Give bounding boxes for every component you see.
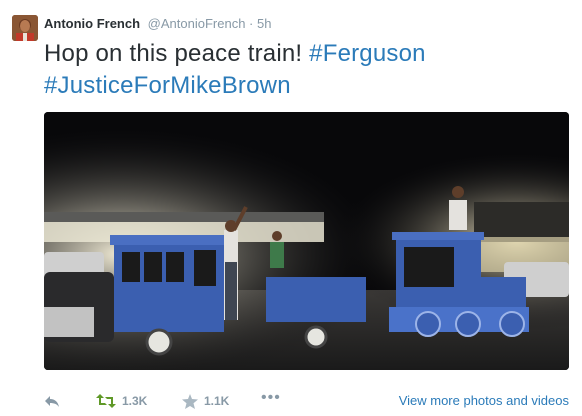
tweet-actions: 1.3K 1.1K ••• View more photos and video…: [44, 389, 569, 410]
hashtag-ferguson[interactable]: #Ferguson: [309, 40, 426, 67]
reply-button[interactable]: [44, 392, 60, 410]
more-options-button[interactable]: •••: [261, 389, 281, 407]
author-handle[interactable]: @AntonioFrench: [148, 16, 246, 31]
tweet-photo[interactable]: [44, 112, 569, 370]
retweet-count: 1.3K: [122, 394, 148, 408]
tweet-text: Hop on this peace train! #Ferguson #Just…: [44, 38, 564, 102]
favorite-count: 1.1K: [204, 394, 230, 408]
retweet-button[interactable]: 1.3K: [96, 392, 147, 410]
avatar[interactable]: [12, 15, 38, 41]
tweet-text-lead: Hop on this peace train!: [44, 40, 310, 67]
star-icon: [182, 393, 198, 409]
photo-toy-train: [44, 112, 569, 370]
tweet-header: Antonio French @AntonioFrench · 5h: [44, 16, 271, 32]
reply-icon: [45, 396, 59, 407]
tweet-card: Antonio French @AntonioFrench · 5h Hop o…: [0, 0, 582, 416]
separator-dot: ·: [249, 16, 254, 31]
tweet-timestamp[interactable]: 5h: [257, 16, 271, 31]
hashtag-justiceformikebrown[interactable]: #JusticeForMikeBrown: [44, 72, 291, 99]
avatar-image: [12, 15, 38, 41]
author-name[interactable]: Antonio French: [44, 16, 140, 31]
view-more-media-link[interactable]: View more photos and videos: [399, 393, 569, 408]
retweet-icon: [96, 394, 116, 408]
more-icon: •••: [261, 389, 281, 406]
favorite-button[interactable]: 1.1K: [182, 392, 229, 410]
